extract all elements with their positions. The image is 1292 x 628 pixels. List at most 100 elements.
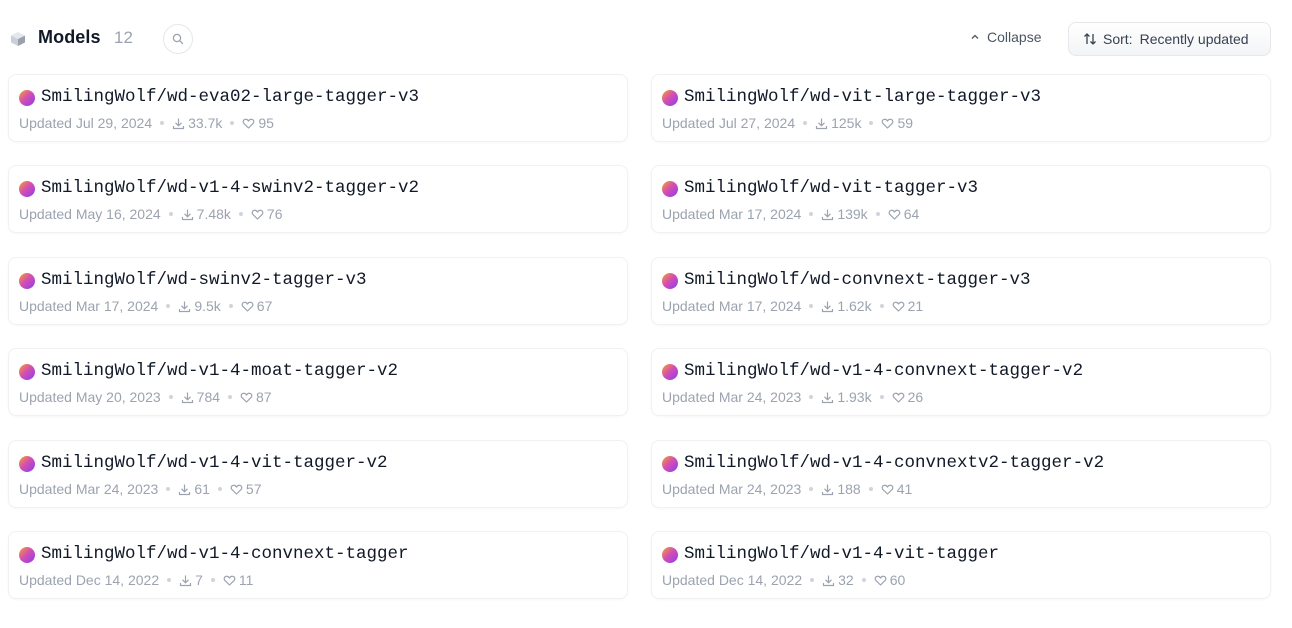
like-count: 87 — [256, 389, 272, 405]
updated-date: Updated Mar 24, 2023 — [19, 481, 159, 497]
model-card[interactable]: SmilingWolf/wd-swinv2-tagger-v3 Updated M… — [8, 257, 628, 325]
model-name[interactable]: SmilingWolf/wd-v1-4-swinv2-tagger-v2 — [41, 178, 419, 198]
model-card[interactable]: SmilingWolf/wd-v1-4-swinv2-tagger-v2 Upda… — [8, 165, 628, 233]
heart-icon — [241, 301, 254, 312]
model-name[interactable]: SmilingWolf/wd-convnext-tagger-v3 — [684, 270, 1031, 290]
like-count: 95 — [258, 115, 274, 131]
updated-date: Updated Mar 24, 2023 — [662, 481, 802, 497]
heart-icon — [230, 484, 243, 495]
org-avatar — [19, 90, 35, 106]
search-icon — [172, 33, 184, 45]
like-count: 41 — [896, 481, 913, 497]
models-header: Models 12 Collapse Sort: Recently update… — [0, 0, 1292, 76]
separator-dot — [869, 121, 874, 125]
download-count: 33.7k — [188, 115, 223, 131]
model-card[interactable]: SmilingWolf/wd-v1-4-convnextv2-tagger-v2… — [651, 440, 1271, 508]
like-count: 64 — [903, 206, 920, 222]
like-count: 11 — [238, 572, 254, 588]
model-meta: Updated May 20, 2023 784 87 — [19, 389, 272, 405]
cube-icon — [11, 32, 25, 46]
updated-date: Updated Jul 29, 2024 — [19, 115, 153, 131]
section-title: Models — [38, 27, 101, 47]
heart-icon — [881, 484, 894, 495]
updated-date: Updated Mar 17, 2024 — [662, 298, 802, 314]
sort-label: Sort: — [1103, 31, 1133, 47]
download-count: 188 — [837, 481, 861, 497]
separator-dot — [879, 304, 884, 308]
download-count: 9.5k — [194, 298, 221, 314]
download-icon — [822, 301, 834, 312]
model-name[interactable]: SmilingWolf/wd-v1-4-convnext-tagger-v2 — [684, 361, 1083, 381]
updated-date: Updated May 16, 2024 — [19, 206, 161, 222]
separator-dot — [160, 121, 165, 125]
model-card[interactable]: SmilingWolf/wd-vit-large-tagger-v3 Update… — [651, 74, 1271, 142]
org-avatar — [662, 547, 678, 563]
model-name[interactable]: SmilingWolf/wd-v1-4-convnextv2-tagger-v2 — [684, 453, 1104, 473]
download-count: 139k — [837, 206, 868, 222]
heart-icon — [251, 209, 264, 220]
model-meta: Updated Mar 24, 2023 61 57 — [19, 481, 261, 497]
separator-dot — [810, 578, 815, 582]
download-icon — [181, 392, 193, 403]
model-name[interactable]: SmilingWolf/wd-vit-tagger-v3 — [684, 178, 978, 198]
separator-dot — [809, 304, 814, 308]
search-button[interactable] — [163, 24, 193, 54]
heart-icon — [240, 392, 253, 403]
download-count: 784 — [196, 389, 221, 405]
org-avatar — [662, 273, 678, 289]
model-name[interactable]: SmilingWolf/wd-eva02-large-tagger-v3 — [41, 87, 419, 107]
model-card[interactable]: SmilingWolf/wd-vit-tagger-v3 Updated Mar … — [651, 165, 1271, 233]
like-count: 67 — [256, 298, 273, 314]
model-meta: Updated Jul 27, 2024 125k 59 — [662, 115, 913, 131]
download-icon — [816, 118, 828, 129]
model-card[interactable]: SmilingWolf/wd-v1-4-convnext-tagger Updat… — [8, 531, 628, 599]
model-name[interactable]: SmilingWolf/wd-v1-4-moat-tagger-v2 — [41, 361, 398, 381]
model-name[interactable]: SmilingWolf/wd-v1-4-convnext-tagger — [41, 544, 409, 564]
download-icon — [822, 209, 834, 220]
separator-dot — [879, 395, 884, 399]
updated-date: Updated Dec 14, 2022 — [662, 572, 803, 588]
model-meta: Updated Mar 24, 2023 1.93k 26 — [662, 389, 923, 405]
heart-icon — [892, 392, 904, 403]
download-icon — [179, 301, 191, 312]
model-card[interactable]: SmilingWolf/wd-v1-4-moat-tagger-v2 Update… — [8, 348, 628, 416]
sort-dropdown[interactable]: Sort: Recently updated — [1068, 22, 1271, 56]
updated-date: Updated Mar 24, 2023 — [662, 389, 802, 405]
separator-dot — [809, 212, 814, 216]
like-count: 26 — [907, 389, 924, 405]
like-count: 21 — [907, 298, 924, 314]
download-icon — [180, 575, 192, 586]
model-meta: Updated Dec 14, 2022 7 11 — [19, 572, 253, 588]
separator-dot — [861, 578, 866, 582]
model-meta: Updated Mar 24, 2023 188 41 — [662, 481, 912, 497]
model-meta: Updated Jul 29, 2024 33.7k 95 — [19, 115, 274, 131]
model-card[interactable]: SmilingWolf/wd-v1-4-vit-tagger-v2 Updated… — [8, 440, 628, 508]
download-count: 1.93k — [837, 389, 872, 405]
model-meta: Updated May 16, 2024 7.48k 76 — [19, 206, 282, 222]
separator-dot — [168, 212, 173, 216]
model-card[interactable]: SmilingWolf/wd-v1-4-convnext-tagger-v2 Up… — [651, 348, 1271, 416]
like-count: 76 — [266, 206, 283, 222]
separator-dot — [168, 395, 173, 399]
download-count: 1.62k — [837, 298, 872, 314]
heart-icon — [874, 575, 887, 586]
model-name[interactable]: SmilingWolf/wd-vit-large-tagger-v3 — [684, 87, 1041, 107]
download-count: 61 — [194, 481, 210, 497]
model-card[interactable]: SmilingWolf/wd-v1-4-vit-tagger Updated De… — [651, 531, 1271, 599]
download-count: 125k — [831, 115, 862, 131]
model-card[interactable]: SmilingWolf/wd-convnext-tagger-v3 Updated… — [651, 257, 1271, 325]
separator-dot — [875, 212, 880, 216]
model-count: 12 — [114, 28, 133, 47]
like-count: 57 — [245, 481, 262, 497]
collapse-button[interactable]: Collapse — [970, 29, 1041, 45]
separator-dot — [166, 304, 171, 308]
model-name[interactable]: SmilingWolf/wd-v1-4-vit-tagger — [684, 544, 999, 564]
model-name[interactable]: SmilingWolf/wd-v1-4-vit-tagger-v2 — [41, 453, 388, 473]
model-name[interactable]: SmilingWolf/wd-swinv2-tagger-v3 — [41, 270, 367, 290]
heart-icon — [892, 301, 904, 312]
like-count: 59 — [897, 115, 914, 131]
org-avatar — [19, 181, 35, 197]
heart-icon — [223, 575, 236, 586]
model-card[interactable]: SmilingWolf/wd-eva02-large-tagger-v3 Upda… — [8, 74, 628, 142]
org-avatar — [19, 364, 35, 380]
